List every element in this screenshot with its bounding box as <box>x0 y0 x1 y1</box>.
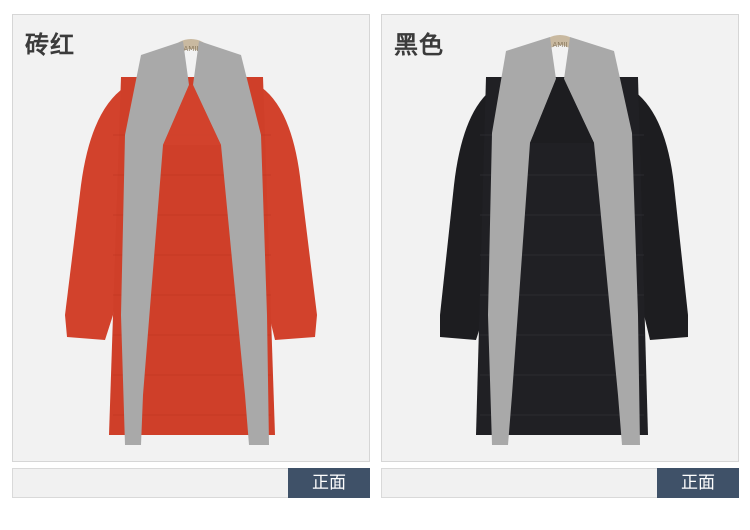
color-name-label: 砖红 <box>25 31 75 59</box>
view-bar-red: 正面 <box>12 468 370 498</box>
front-view-button[interactable]: 正面 <box>288 468 370 498</box>
hanger-label: AMII <box>553 41 568 49</box>
color-name-label: 黑色 <box>394 31 444 59</box>
cardigan-image-red: AMII <box>65 39 317 445</box>
product-image-brick-red[interactable]: AMII 砖红 <box>12 14 370 462</box>
front-view-button[interactable]: 正面 <box>657 468 739 498</box>
view-bar-black: 正面 <box>381 468 739 498</box>
cardigan-image-black: AMII <box>440 35 688 445</box>
hanger-label: AMII <box>184 45 199 53</box>
product-image-black[interactable]: AMII 黑色 <box>381 14 739 462</box>
